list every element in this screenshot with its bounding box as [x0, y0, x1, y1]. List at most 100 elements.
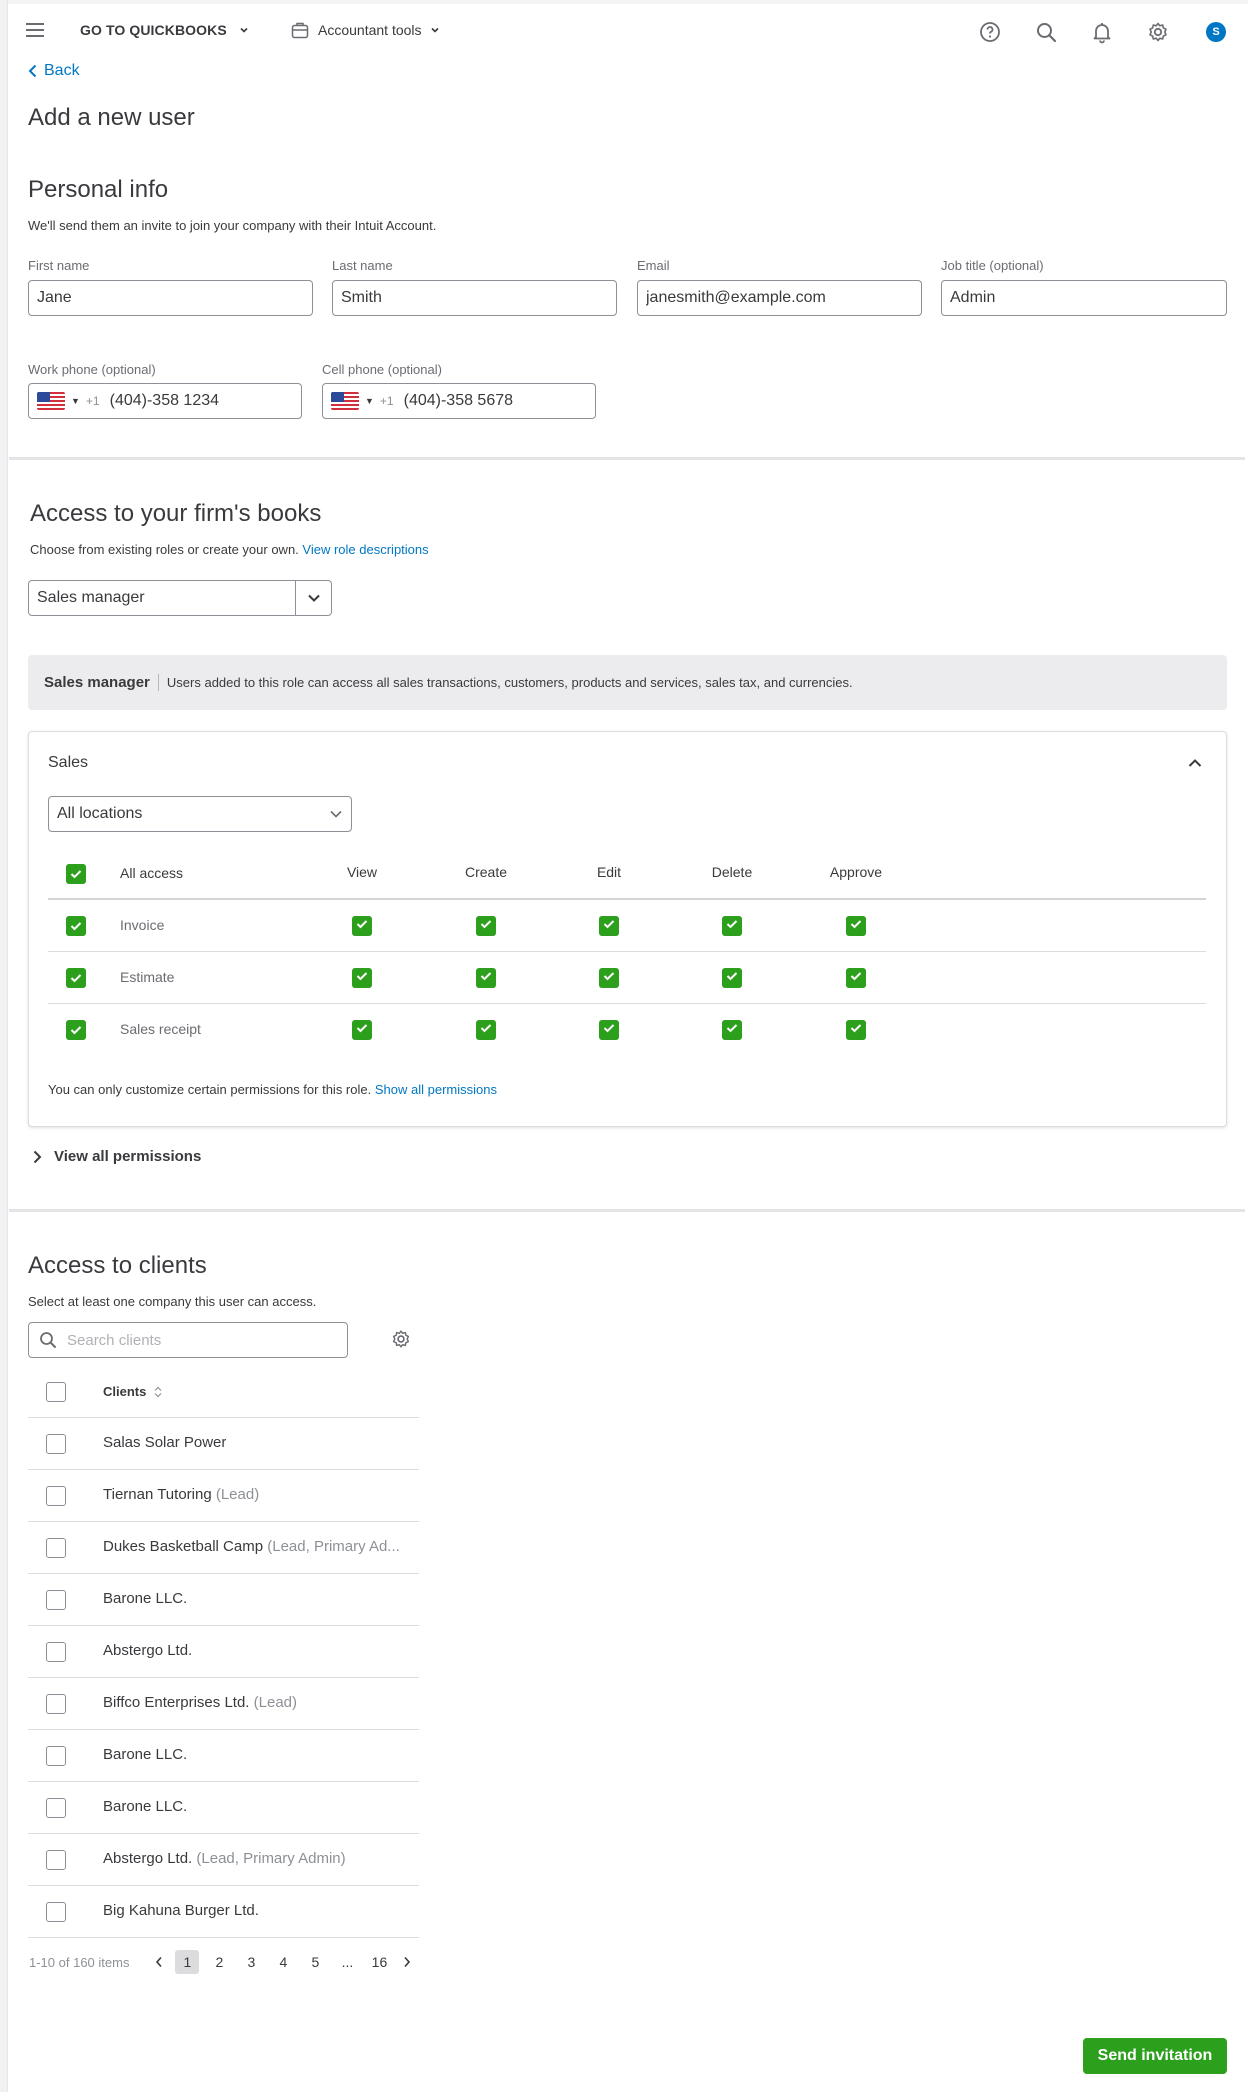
chevron-left-icon [156, 1956, 163, 1968]
row-all-access-checkbox[interactable] [66, 1020, 86, 1040]
client-checkbox[interactable] [46, 1486, 66, 1506]
send-invitation-button[interactable]: Send invitation [1083, 2038, 1227, 2074]
view-permission-checkbox[interactable] [352, 968, 372, 988]
job-title-input[interactable] [941, 280, 1227, 316]
all-access-checkbox[interactable] [66, 864, 86, 884]
page-link[interactable]: 1 [175, 1950, 200, 1974]
client-name: Big Kahuna Burger Ltd. [103, 1902, 259, 1919]
approve-permission-checkbox[interactable] [846, 1020, 866, 1040]
location-select[interactable]: All locations [48, 796, 352, 832]
approve-permission-checkbox[interactable] [846, 968, 866, 988]
client-row: Abstergo Ltd. [28, 1626, 419, 1678]
edit-permission-checkbox[interactable] [599, 1020, 619, 1040]
bell-icon[interactable] [1090, 20, 1114, 44]
gear-icon[interactable] [390, 1328, 412, 1350]
edit-permission-checkbox[interactable] [599, 916, 619, 936]
permission-label: Invoice [120, 917, 165, 933]
show-all-permissions-link[interactable]: Show all permissions [375, 1082, 497, 1097]
page-link[interactable]: 2 [207, 1950, 231, 1974]
location-select-value: All locations [57, 805, 143, 822]
next-page-button[interactable] [395, 1950, 419, 1974]
client-access-title: Access to clients [28, 1252, 207, 1279]
page-link[interactable]: 4 [271, 1950, 295, 1974]
us-flag-icon[interactable] [37, 392, 65, 410]
view-role-descriptions-link[interactable]: View role descriptions [302, 542, 428, 557]
check-icon [726, 1024, 738, 1033]
edit-permission-checkbox[interactable] [599, 968, 619, 988]
client-checkbox[interactable] [46, 1590, 66, 1610]
client-tag: (Lead) [253, 1694, 297, 1711]
cell-phone-input[interactable] [403, 392, 554, 410]
us-flag-icon[interactable] [331, 392, 359, 410]
avatar[interactable]: S [1206, 22, 1226, 42]
chevron-up-icon[interactable] [1186, 754, 1204, 772]
search-clients-input[interactable] [65, 1330, 325, 1350]
country-dropdown-caret-icon[interactable]: ▼ [71, 396, 80, 406]
help-icon[interactable] [978, 20, 1002, 44]
view-permission-checkbox[interactable] [352, 916, 372, 936]
view-permission-checkbox[interactable] [352, 1020, 372, 1040]
client-checkbox[interactable] [46, 1850, 66, 1870]
client-checkbox[interactable] [46, 1434, 66, 1454]
clients-column-header[interactable]: Clients [103, 1384, 162, 1399]
delete-permission-checkbox[interactable] [722, 1020, 742, 1040]
delete-permission-checkbox[interactable] [722, 916, 742, 936]
accountant-tools-menu[interactable]: Accountant tools [290, 20, 440, 40]
approve-permission-checkbox[interactable] [846, 916, 866, 936]
email-input[interactable] [637, 280, 922, 316]
back-label: Back [44, 62, 80, 79]
menu-icon[interactable] [26, 23, 44, 37]
page-link[interactable]: 5 [303, 1950, 327, 1974]
column-header-approve: Approve [829, 864, 883, 880]
view-all-permissions-toggle[interactable]: View all permissions [32, 1148, 201, 1165]
role-description-banner: Sales manager Users added to this role c… [28, 655, 1227, 710]
first-name-input[interactable] [28, 280, 313, 316]
check-icon [850, 972, 862, 981]
client-checkbox[interactable] [46, 1902, 66, 1922]
cell-phone-field: ▼ +1 [322, 383, 596, 419]
chevron-right-icon [33, 1150, 42, 1163]
client-name: Abstergo Ltd. [103, 1642, 193, 1659]
check-icon [356, 920, 368, 929]
go-to-quickbooks-menu[interactable]: GO TO QUICKBOOKS [80, 22, 249, 38]
country-code: +1 [85, 394, 100, 408]
view-cell [332, 916, 392, 936]
role-select[interactable]: Sales manager [28, 580, 332, 616]
delete-permission-checkbox[interactable] [722, 968, 742, 988]
client-checkbox[interactable] [46, 1694, 66, 1714]
row-all-access-checkbox[interactable] [66, 968, 86, 988]
back-link[interactable]: Back [28, 62, 80, 80]
view-cell [332, 1020, 392, 1040]
page-link[interactable]: 16 [367, 1950, 391, 1974]
client-checkbox[interactable] [46, 1642, 66, 1662]
client-checkbox[interactable] [46, 1798, 66, 1818]
create-permission-checkbox[interactable] [476, 968, 496, 988]
check-icon [480, 920, 492, 929]
search-icon[interactable] [1034, 20, 1058, 44]
check-icon [850, 920, 862, 929]
row-all-access-checkbox[interactable] [66, 916, 86, 936]
client-name: Biffco Enterprises Ltd. [103, 1694, 250, 1711]
check-icon [70, 1026, 82, 1035]
create-permission-checkbox[interactable] [476, 1020, 496, 1040]
check-icon [356, 1024, 368, 1033]
previous-page-button[interactable] [147, 1950, 171, 1974]
section-divider [9, 457, 1245, 460]
search-icon [40, 1332, 56, 1348]
client-checkbox[interactable] [46, 1538, 66, 1558]
create-permission-checkbox[interactable] [476, 916, 496, 936]
select-all-clients-checkbox[interactable] [46, 1382, 66, 1402]
client-row: Barone LLC. [28, 1574, 419, 1626]
gear-icon[interactable] [1146, 20, 1170, 44]
work-phone-input[interactable] [109, 392, 260, 410]
page-link[interactable]: 3 [239, 1950, 263, 1974]
role-select-toggle[interactable] [295, 581, 331, 615]
email-label: Email [637, 258, 670, 273]
work-phone-label: Work phone (optional) [28, 362, 156, 377]
last-name-input[interactable] [332, 280, 617, 316]
column-header-edit: Edit [596, 864, 622, 880]
client-checkbox[interactable] [46, 1746, 66, 1766]
country-dropdown-caret-icon[interactable]: ▼ [365, 396, 374, 406]
chevron-down-icon [330, 810, 342, 818]
check-icon [480, 972, 492, 981]
